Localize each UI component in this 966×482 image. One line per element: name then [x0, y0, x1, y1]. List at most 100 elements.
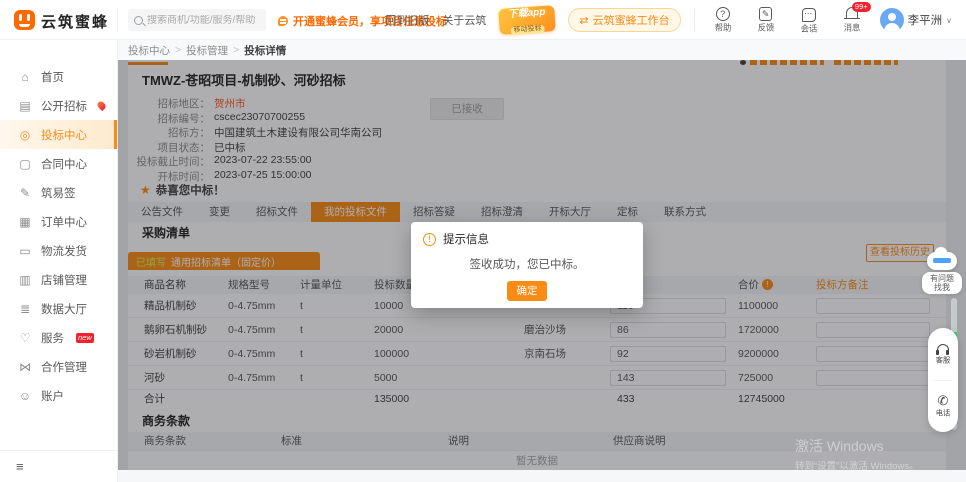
- sidebar-item-label: 合同中心: [41, 156, 87, 172]
- sidebar-item-label: 订单中心: [41, 214, 87, 230]
- modal-message: 签收成功，您已中标。: [411, 256, 643, 272]
- chat-label: 会话: [795, 23, 823, 35]
- cooperation-icon: ⋈: [18, 360, 32, 374]
- page-footer-strip: [118, 470, 966, 482]
- sidebar-item-label: 店铺管理: [41, 272, 87, 288]
- messages-label: 消息: [838, 22, 866, 34]
- breadcrumb-bid-center[interactable]: 投标中心: [128, 43, 170, 58]
- chevron-down-icon: ∨: [946, 16, 952, 25]
- contract-icon: ▢: [18, 157, 32, 171]
- header-divider: [694, 9, 695, 31]
- avatar: [880, 8, 904, 32]
- confirm-button[interactable]: 确定: [507, 281, 547, 301]
- download-app-badge[interactable]: 下载app 移动投标: [499, 5, 557, 35]
- service-icon: ♡: [18, 331, 32, 345]
- mascot-label: 有问题 找我: [922, 272, 962, 294]
- sidebar-item-label: 账户: [41, 388, 64, 404]
- customer-service-button[interactable]: 客服: [935, 341, 951, 366]
- mascot-line2: 找我: [934, 283, 950, 292]
- sidebar-item-label: 公开招标: [41, 98, 87, 114]
- sidebar: ⌂ 首页 ▤ 公开招标 ◎ 投标中心 ▢ 合同中心 ✎ 筑易签 ▦ 订单中心 ▭ 物流发货 ▥…: [0, 40, 118, 482]
- search-input[interactable]: [147, 15, 257, 26]
- account-icon: ☺: [18, 389, 32, 403]
- mascot-glasses: [933, 258, 951, 263]
- windows-activation-watermark: 激活 Windows 转到“设置”以激活 Windows。: [795, 436, 919, 472]
- sidebar-item-contract-center[interactable]: ▢ 合同中心: [0, 149, 117, 178]
- sidebar-item-account[interactable]: ☺ 账户: [0, 381, 117, 410]
- help-mascot-widget[interactable]: 有问题 找我: [922, 252, 962, 310]
- old-version-link[interactable]: 回到旧版: [385, 12, 429, 28]
- sidebar-item-public-bidding[interactable]: ▤ 公开招标: [0, 91, 117, 120]
- sidebar-item-label: 首页: [41, 69, 64, 85]
- bee-icon: [278, 16, 288, 26]
- help-label: 帮助: [709, 22, 737, 34]
- top-header: 云筑蜜蜂 开通蜜蜂会员，享项目任意投标 回到旧版 关于云筑 下载app移动投标 …: [0, 0, 966, 40]
- bid-center-icon: ◎: [18, 128, 32, 142]
- help-icon: ?: [716, 7, 730, 21]
- new-badge: new: [76, 333, 94, 343]
- breadcrumb-separator: >: [175, 44, 181, 56]
- mobile-bid-label: 移动投标: [511, 25, 545, 35]
- phone-icon: ✆: [938, 393, 949, 408]
- download-app-label: 下载app: [499, 5, 556, 22]
- sidebar-item-label: 合作管理: [41, 359, 87, 375]
- info-circle-icon: !: [423, 233, 436, 246]
- about-link[interactable]: 关于云筑: [442, 12, 486, 28]
- workbench-button[interactable]: ⇄ 云筑蜜蜂工作台: [568, 8, 680, 32]
- sidebar-item-services[interactable]: ♡ 服务 new: [0, 323, 117, 352]
- feedback-button[interactable]: ✎ 反馈: [751, 6, 781, 34]
- search-icon: [134, 16, 143, 25]
- contact-float-panel: 客服 ✆ 电话: [928, 328, 958, 432]
- breadcrumb-bid-management[interactable]: 投标管理: [186, 43, 228, 58]
- user-menu[interactable]: 李平洲 ∨: [880, 8, 952, 32]
- header-divider: [117, 8, 118, 32]
- sidebar-item-orders[interactable]: ▦ 订单中心: [0, 207, 117, 236]
- logistics-icon: ▭: [18, 244, 32, 258]
- message-count-badge: 99+: [852, 2, 871, 12]
- sidebar-item-esign[interactable]: ✎ 筑易签: [0, 178, 117, 207]
- sidebar-item-shop[interactable]: ▥ 店铺管理: [0, 265, 117, 294]
- divider: [934, 380, 952, 381]
- help-button[interactable]: ? 帮助: [708, 6, 738, 34]
- chat-button[interactable]: ⋯ 会话: [794, 5, 824, 35]
- sidebar-item-label: 筑易签: [41, 185, 76, 201]
- sidebar-item-bid-center[interactable]: ◎ 投标中心: [0, 120, 117, 149]
- shop-icon: ▥: [18, 273, 32, 287]
- mascot-icon: [927, 252, 957, 270]
- hot-flame-icon: [96, 100, 107, 111]
- customer-service-label: 客服: [936, 356, 950, 366]
- data-hall-icon: ≣: [18, 302, 32, 316]
- home-icon: ⌂: [18, 70, 32, 84]
- global-search[interactable]: [128, 9, 266, 31]
- mascot-line1: 有问题: [930, 274, 954, 283]
- notice-modal: ! 提示信息 签收成功，您已中标。 确定: [411, 222, 643, 308]
- collapse-icon: ≡: [16, 459, 24, 474]
- brand-logo-text: 云筑蜜蜂: [41, 11, 109, 32]
- watermark-line1: 激活 Windows: [795, 436, 919, 456]
- phone-button[interactable]: ✆ 电话: [935, 394, 951, 419]
- esign-icon: ✎: [18, 186, 32, 200]
- messages-button[interactable]: 99+ 消息: [837, 6, 867, 34]
- feedback-icon: ✎: [759, 7, 772, 21]
- workbench-label: 云筑蜜蜂工作台: [593, 12, 670, 28]
- sidebar-item-label: 数据大厅: [41, 301, 87, 317]
- headset-icon: [937, 344, 949, 352]
- breadcrumb: 投标中心 > 投标管理 > 投标详情: [118, 40, 966, 60]
- sidebar-item-label: 服务: [41, 330, 64, 346]
- order-icon: ▦: [18, 215, 32, 229]
- sidebar-item-label: 投标中心: [41, 127, 87, 143]
- user-name: 李平洲: [908, 12, 943, 28]
- app-window: 云筑蜜蜂 开通蜜蜂会员，享项目任意投标 回到旧版 关于云筑 下载app移动投标 …: [0, 0, 966, 482]
- sidebar-collapse-button[interactable]: ≡: [0, 450, 117, 482]
- sidebar-item-home[interactable]: ⌂ 首页: [0, 62, 117, 91]
- brand-logo-icon: [14, 10, 35, 30]
- sidebar-item-data-hall[interactable]: ≣ 数据大厅: [0, 294, 117, 323]
- modal-title: 提示信息: [443, 231, 489, 247]
- sidebar-item-cooperation[interactable]: ⋈ 合作管理: [0, 352, 117, 381]
- breadcrumb-current: 投标详情: [244, 43, 286, 58]
- feedback-label: 反馈: [752, 22, 780, 34]
- sidebar-item-label: 物流发货: [41, 243, 87, 259]
- swap-icon: ⇄: [579, 14, 588, 27]
- sidebar-item-logistics[interactable]: ▭ 物流发货: [0, 236, 117, 265]
- public-bid-icon: ▤: [18, 99, 32, 113]
